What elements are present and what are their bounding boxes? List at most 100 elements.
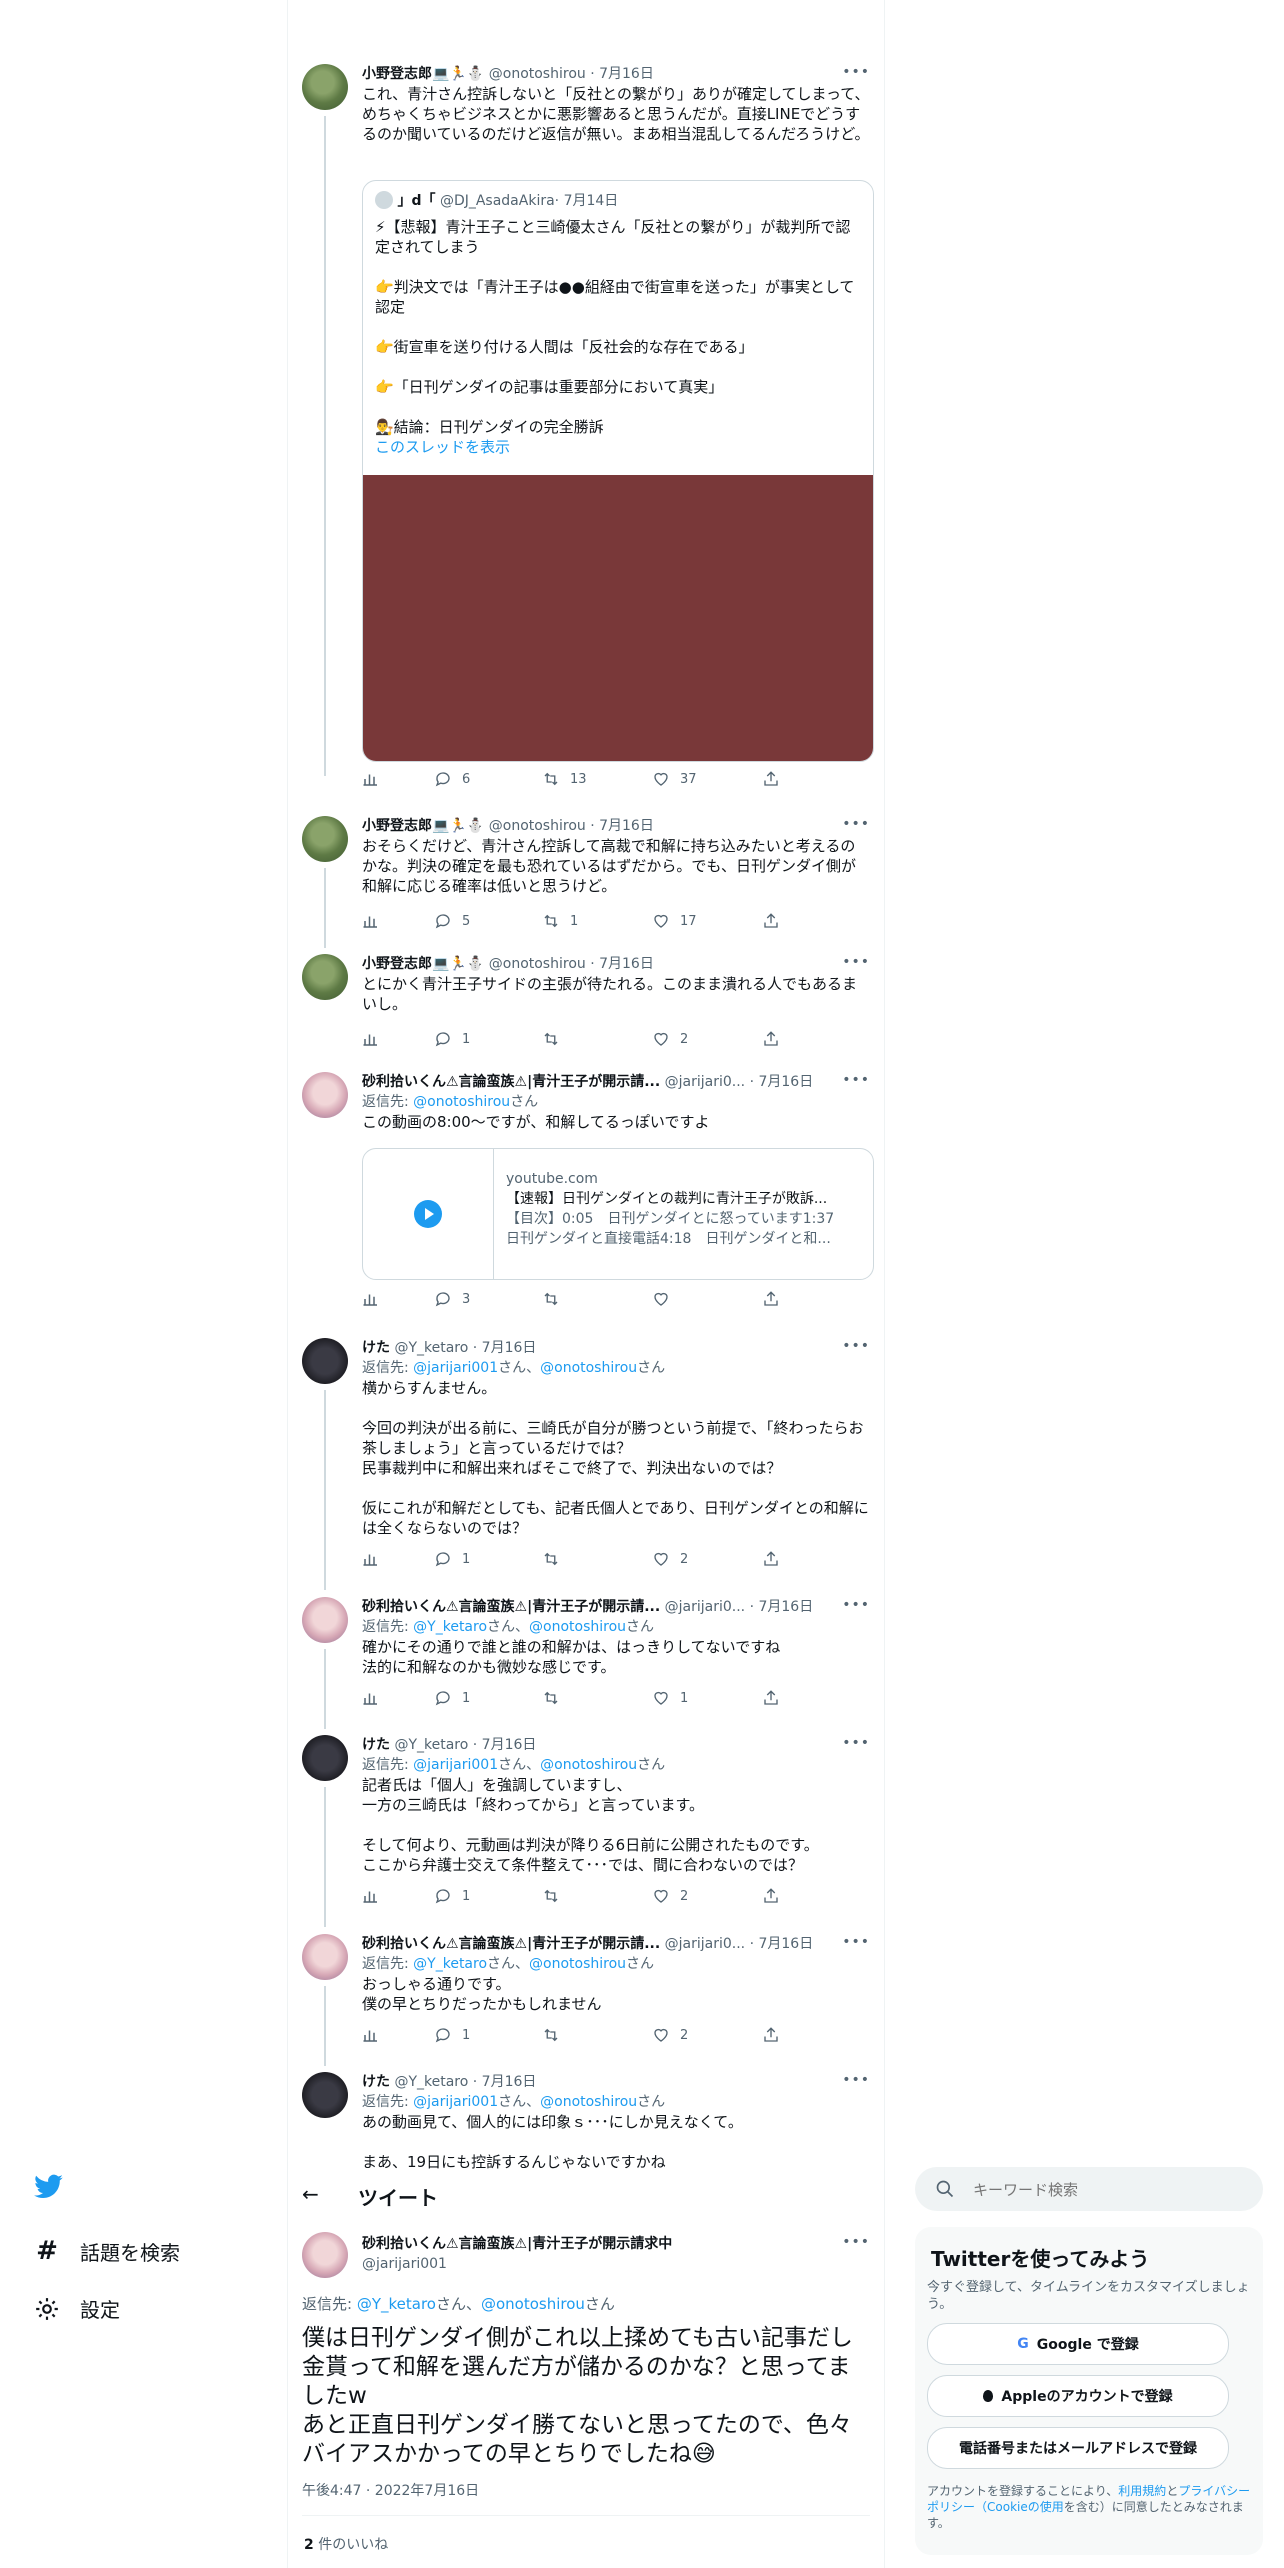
author-name[interactable]: けた	[362, 1340, 390, 1356]
show-thread-link[interactable]: このスレッドを表示	[375, 437, 861, 457]
analytics-button[interactable]	[362, 912, 380, 930]
apple-signup-button[interactable]: Appleのアカウントで登録	[927, 2375, 1229, 2417]
author-name[interactable]: けた	[362, 2074, 390, 2090]
reply-to-link[interactable]: @jarijari001	[413, 1757, 498, 1773]
search-box[interactable]	[915, 2167, 1263, 2211]
share-button[interactable]	[762, 2026, 780, 2044]
retweet-button[interactable]	[542, 1030, 560, 1048]
reply-button[interactable]: 6	[434, 770, 470, 788]
author-handle[interactable]: @onotoshirou	[489, 956, 586, 972]
back-arrow-icon[interactable]: ←	[302, 2182, 319, 2206]
retweet-button[interactable]: 13	[542, 770, 587, 788]
analytics-button[interactable]	[362, 770, 380, 788]
nav-explore[interactable]: # 話題を検索	[34, 2236, 180, 2266]
reply-to-link[interactable]: @onotoshirou	[413, 1094, 510, 1110]
more-options-icon[interactable]: •••	[842, 816, 870, 832]
cookie-link[interactable]: （Cookieの使用	[975, 2500, 1064, 2514]
reply-to-link[interactable]: @onotoshirou	[540, 2094, 637, 2110]
tweet-date[interactable]: · 7月16日	[590, 956, 654, 972]
avatar[interactable]	[302, 1934, 348, 1980]
retweet-button[interactable]	[542, 1689, 560, 1707]
author-name[interactable]: 小野登志郎	[362, 956, 432, 972]
reply-button[interactable]: 1	[434, 1689, 470, 1707]
author-name[interactable]: 小野登志郎	[362, 66, 432, 82]
author-handle[interactable]: @Y_ketaro	[394, 1737, 468, 1753]
more-options-icon[interactable]: •••	[842, 1735, 870, 1751]
like-button[interactable]	[652, 1290, 670, 1308]
twitter-logo[interactable]	[34, 2174, 64, 2204]
analytics-button[interactable]	[362, 1030, 380, 1048]
like-button[interactable]: 17	[652, 912, 697, 930]
google-signup-button[interactable]: G Google で登録	[927, 2323, 1229, 2365]
avatar[interactable]	[302, 954, 348, 1000]
avatar[interactable]	[302, 1735, 348, 1781]
reply-button[interactable]: 5	[434, 912, 470, 930]
retweet-button[interactable]	[542, 2026, 560, 2044]
more-options-icon[interactable]: •••	[842, 1597, 870, 1613]
avatar[interactable]	[302, 816, 348, 862]
more-options-icon[interactable]: •••	[842, 1338, 870, 1354]
tweet[interactable]: 砂利拾いくん⚠言論蛮族⚠|青汁王子が開示請... @jarijari0... ·…	[288, 1930, 884, 2066]
share-button[interactable]	[762, 770, 780, 788]
reply-to-link[interactable]: @Y_ketaro	[413, 1956, 487, 1972]
tweet[interactable]: けた @Y_ketaro · 7月16日 ••• 返信先: @jarijari0…	[288, 1334, 884, 1590]
quote-media-image[interactable]	[363, 475, 873, 761]
reply-to-link[interactable]: @onotoshirou	[540, 1360, 637, 1376]
reply-button[interactable]: 1	[434, 1887, 470, 1905]
author-handle[interactable]: @jarijari0...	[665, 1936, 746, 1952]
more-options-icon[interactable]: •••	[842, 954, 870, 970]
tweet-date[interactable]: · 7月16日	[473, 2074, 537, 2090]
quoted-tweet[interactable]: 」d「 @DJ_AsadaAkira· 7月14日 ⚡【悲報】青汁王子こと三崎優…	[362, 180, 874, 762]
analytics-button[interactable]	[362, 1689, 380, 1707]
author-handle[interactable]: @Y_ketaro	[394, 2074, 468, 2090]
analytics-button[interactable]	[362, 1550, 380, 1568]
tweet[interactable]: 砂利拾いくん⚠言論蛮族⚠|青汁王子が開示請... @jarijari0... ·…	[288, 1593, 884, 1729]
analytics-button[interactable]	[362, 1290, 380, 1308]
tweet-timestamp[interactable]: 午後4:47 · 2022年7月16日	[302, 2480, 479, 2500]
share-button[interactable]	[762, 1550, 780, 1568]
author-handle[interactable]: @jarijari001	[362, 2254, 672, 2274]
more-options-icon[interactable]: •••	[842, 2234, 870, 2250]
author-name[interactable]: 砂利拾いくん⚠言論蛮族⚠|青汁王子が開示請...	[362, 1599, 660, 1615]
like-button[interactable]: 2	[652, 1030, 688, 1048]
retweet-button[interactable]: 1	[542, 912, 578, 930]
avatar[interactable]	[302, 2232, 348, 2278]
tweet-date[interactable]: · 7月16日	[473, 1340, 537, 1356]
avatar[interactable]	[302, 64, 348, 110]
reply-to-link[interactable]: @Y_ketaro	[357, 2295, 436, 2313]
more-options-icon[interactable]: •••	[842, 2072, 870, 2088]
more-options-icon[interactable]: •••	[842, 1072, 870, 1088]
reply-to-link[interactable]: @jarijari001	[413, 1360, 498, 1376]
avatar[interactable]	[302, 2072, 348, 2118]
retweet-button[interactable]	[542, 1887, 560, 1905]
avatar[interactable]	[302, 1338, 348, 1384]
share-button[interactable]	[762, 1290, 780, 1308]
reply-button[interactable]: 1	[434, 1030, 470, 1048]
author-handle[interactable]: @Y_ketaro	[394, 1340, 468, 1356]
author-name[interactable]: 砂利拾いくん⚠言論蛮族⚠|青汁王子が開示請...	[362, 1074, 660, 1090]
author-name[interactable]: 砂利拾いくん⚠言論蛮族⚠|青汁王子が開示請求中	[362, 2234, 672, 2254]
author-name[interactable]: 小野登志郎	[362, 818, 432, 834]
tweet-date[interactable]: · 7月16日	[473, 1737, 537, 1753]
terms-link[interactable]: 利用規約	[1118, 2484, 1166, 2498]
tweet[interactable]: 小野登志郎💻🏃⛄ @onotoshirou · 7月16日 ••• おそらくだけ…	[288, 812, 884, 948]
reply-to-link[interactable]: @onotoshirou	[529, 1619, 626, 1635]
reply-button[interactable]: 3	[434, 1290, 470, 1308]
reply-to-link[interactable]: @onotoshirou	[481, 2295, 585, 2313]
link-card[interactable]: youtube.com 【速報】日刊ゲンダイとの裁判に青汁王子が敗訴... 【目…	[362, 1148, 874, 1280]
like-button[interactable]: 37	[652, 770, 697, 788]
tweet[interactable]: 小野登志郎💻🏃⛄ @onotoshirou · 7月16日 ••• これ、青汁さ…	[288, 60, 884, 787]
focused-tweet[interactable]: 砂利拾いくん⚠言論蛮族⚠|青汁王子が開示請求中 @jarijari001 •••…	[288, 2228, 884, 2568]
share-button[interactable]	[762, 1887, 780, 1905]
author-name[interactable]: けた	[362, 1737, 390, 1753]
share-button[interactable]	[762, 1030, 780, 1048]
tweet-date[interactable]: · 7月16日	[590, 66, 654, 82]
phone-signup-button[interactable]: 電話番号またはメールアドレスで登録	[927, 2427, 1229, 2469]
analytics-button[interactable]	[362, 1887, 380, 1905]
avatar[interactable]	[302, 1597, 348, 1643]
retweet-button[interactable]	[542, 1290, 560, 1308]
likes-summary[interactable]: 2 件のいいね	[304, 2534, 388, 2554]
reply-to-link[interactable]: @Y_ketaro	[413, 1619, 487, 1635]
more-options-icon[interactable]: •••	[842, 1934, 870, 1950]
reply-to-link[interactable]: @jarijari001	[413, 2094, 498, 2110]
